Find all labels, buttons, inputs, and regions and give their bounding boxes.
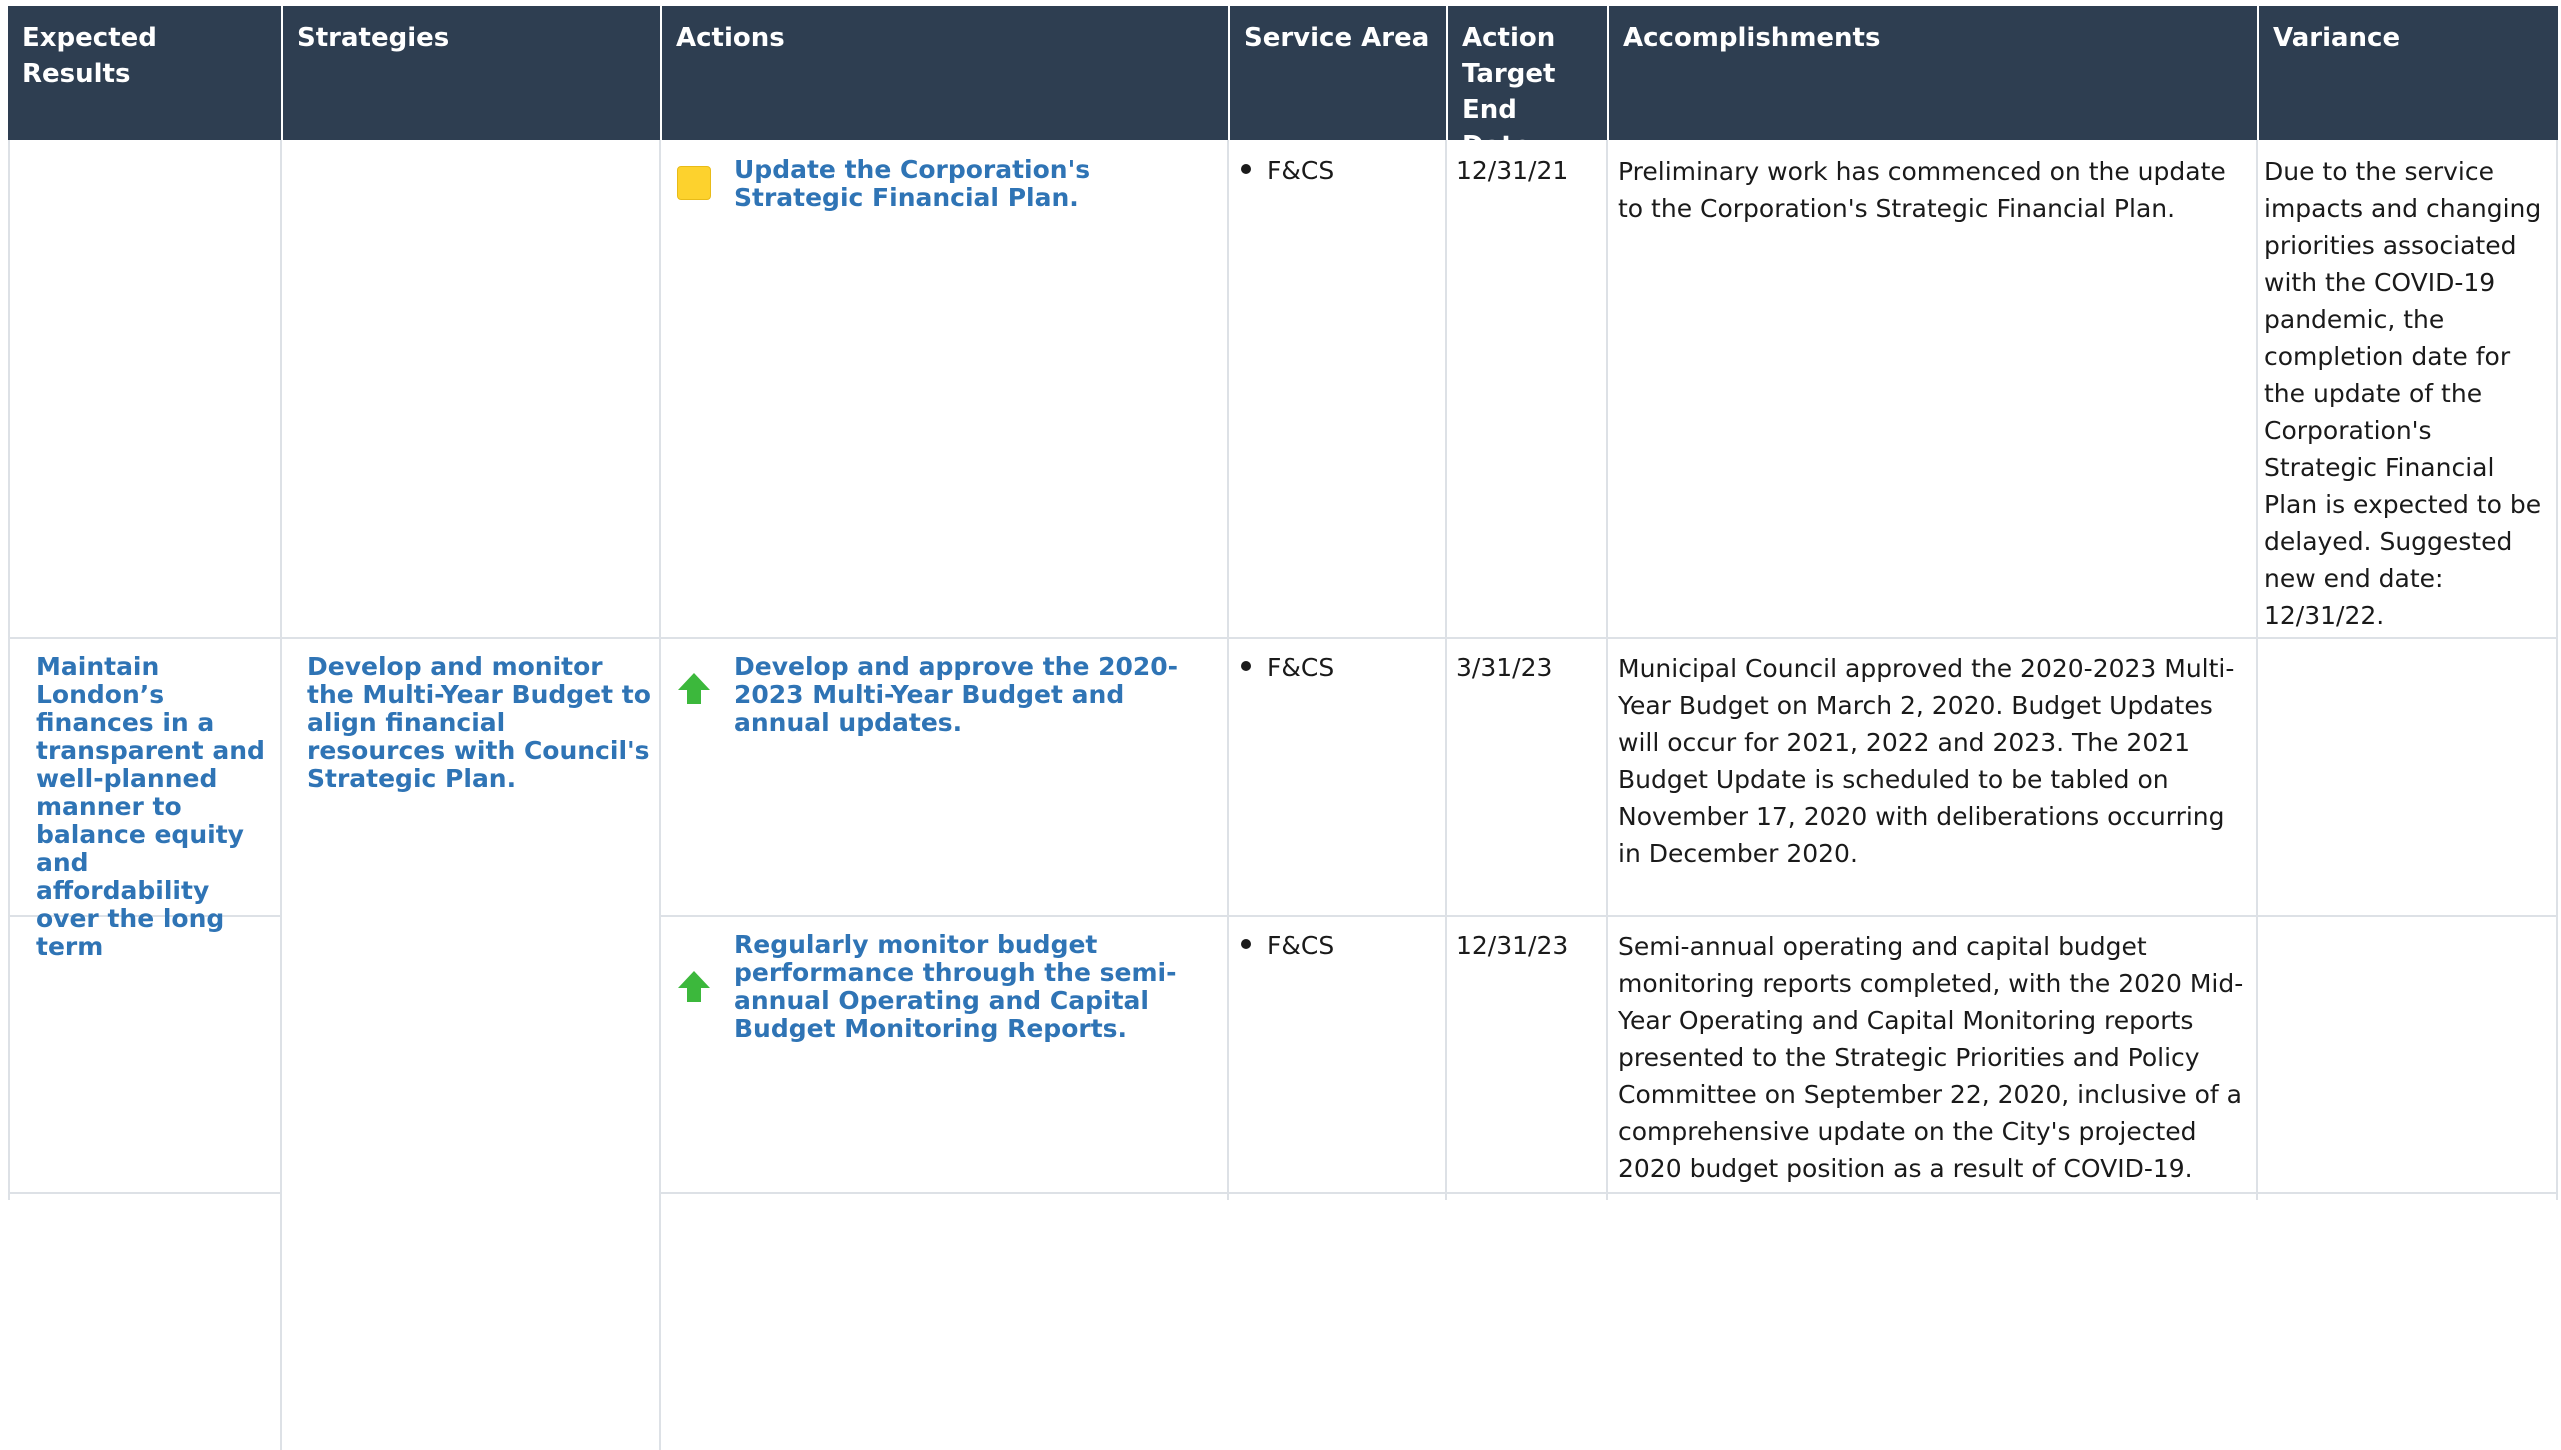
grid-line <box>1445 140 1447 1200</box>
up-arrow-icon <box>678 673 710 704</box>
action-link[interactable]: Regularly monitor budget performance thr… <box>734 931 1222 1043</box>
service-area: F&CS <box>1241 653 1334 683</box>
caution-square-icon <box>677 166 711 200</box>
grid-line <box>1227 140 1229 1200</box>
accomplishment-text: Municipal Council approved the 2020-2023… <box>1618 654 2235 868</box>
service-area-value: F&CS <box>1267 653 1335 682</box>
target-end-date: 3/31/23 <box>1456 653 1553 682</box>
action-link[interactable]: Develop and approve the 2020-2023 Multi-… <box>734 653 1204 737</box>
bullet-icon <box>1241 661 1251 671</box>
service-area-value: F&CS <box>1267 156 1335 185</box>
action-link[interactable]: Update the Corporation's Strategic Finan… <box>734 156 1204 212</box>
grid-line <box>8 637 2558 639</box>
header-actions: Actions <box>660 6 1228 140</box>
target-end-date: 12/31/23 <box>1456 931 1569 960</box>
service-area: F&CS <box>1241 156 1334 186</box>
grid-line <box>280 140 282 1450</box>
header-expected-results: Expected Results <box>22 23 157 89</box>
bullet-icon <box>1241 164 1251 174</box>
header-action-target-end-date: Action Target End Date <box>1446 6 1607 161</box>
target-end-date: 12/31/21 <box>1456 156 1569 185</box>
header-accomplishments: Accomplishments <box>1607 6 2257 140</box>
strategy-link[interactable]: Develop and monitor the Multi-Year Budge… <box>307 653 652 793</box>
header-variance: Variance <box>2257 6 2558 140</box>
up-arrow-icon <box>678 971 710 1002</box>
strategic-plan-table: Expected Results Strategies Actions Serv… <box>8 6 2558 1450</box>
grid-line <box>8 140 10 1200</box>
header-service-area: Service Area <box>1228 6 1446 140</box>
table-header: Expected Results Strategies Actions Serv… <box>8 6 2558 161</box>
header-strategies: Strategies <box>281 6 660 140</box>
grid-line <box>659 140 661 1450</box>
bullet-icon <box>1241 939 1251 949</box>
grid-line <box>2556 140 2558 1200</box>
accomplishment-text: Semi-annual operating and capital budget… <box>1618 932 2244 1183</box>
grid-line <box>659 915 2558 917</box>
accomplishment-text: Preliminary work has commenced on the up… <box>1618 157 2226 223</box>
grid-line <box>1606 140 1608 1200</box>
grid-line <box>659 1192 2558 1194</box>
variance-text: Due to the service impacts and changing … <box>2264 157 2542 630</box>
service-area: F&CS <box>1241 931 1334 961</box>
service-area-value: F&CS <box>1267 931 1335 960</box>
grid-line <box>2256 140 2258 1200</box>
grid-line <box>8 1192 281 1194</box>
expected-result-link[interactable]: Maintain London’s finances in a transpar… <box>36 653 266 961</box>
